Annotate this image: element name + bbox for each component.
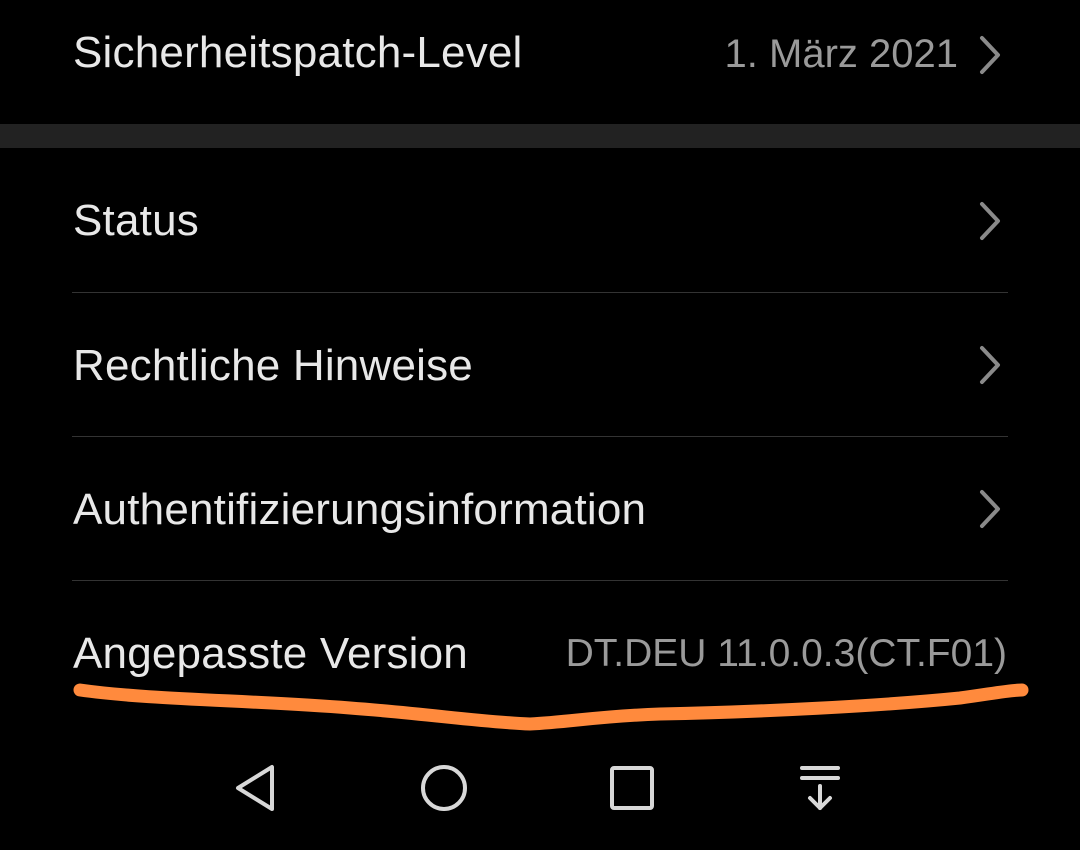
status-label: Status <box>73 196 199 245</box>
auth-info-label: Authentifizierungsinformation <box>73 485 647 534</box>
chevron-right-icon <box>972 488 1006 530</box>
chevron-right-icon <box>972 200 1006 242</box>
legal-notices-row[interactable]: Rechtliche Hinweise <box>0 293 1080 436</box>
security-patch-row[interactable]: Sicherheitspatch-Level 1. März 2021 <box>0 0 1080 124</box>
custom-version-row[interactable]: Angepasste Version DT.DEU 11.0.0.3(CT.F0… <box>0 581 1080 731</box>
chevron-right-icon <box>972 344 1006 386</box>
home-icon[interactable] <box>414 758 474 818</box>
security-patch-value: 1. März 2021 <box>724 32 958 76</box>
section-separator <box>0 124 1080 148</box>
custom-version-value: DT.DEU 11.0.0.3(CT.F01) <box>565 632 1007 675</box>
back-icon[interactable] <box>226 758 286 818</box>
legal-notices-label: Rechtliche Hinweise <box>73 341 473 390</box>
navigation-bar <box>0 740 1080 850</box>
security-patch-label: Sicherheitspatch-Level <box>73 28 523 77</box>
chevron-right-icon <box>972 34 1006 76</box>
status-row[interactable]: Status <box>0 148 1080 292</box>
notification-pull-icon[interactable] <box>790 758 850 818</box>
custom-version-label: Angepasste Version <box>73 629 468 678</box>
auth-info-row[interactable]: Authentifizierungsinformation <box>0 437 1080 580</box>
recents-icon[interactable] <box>602 758 662 818</box>
